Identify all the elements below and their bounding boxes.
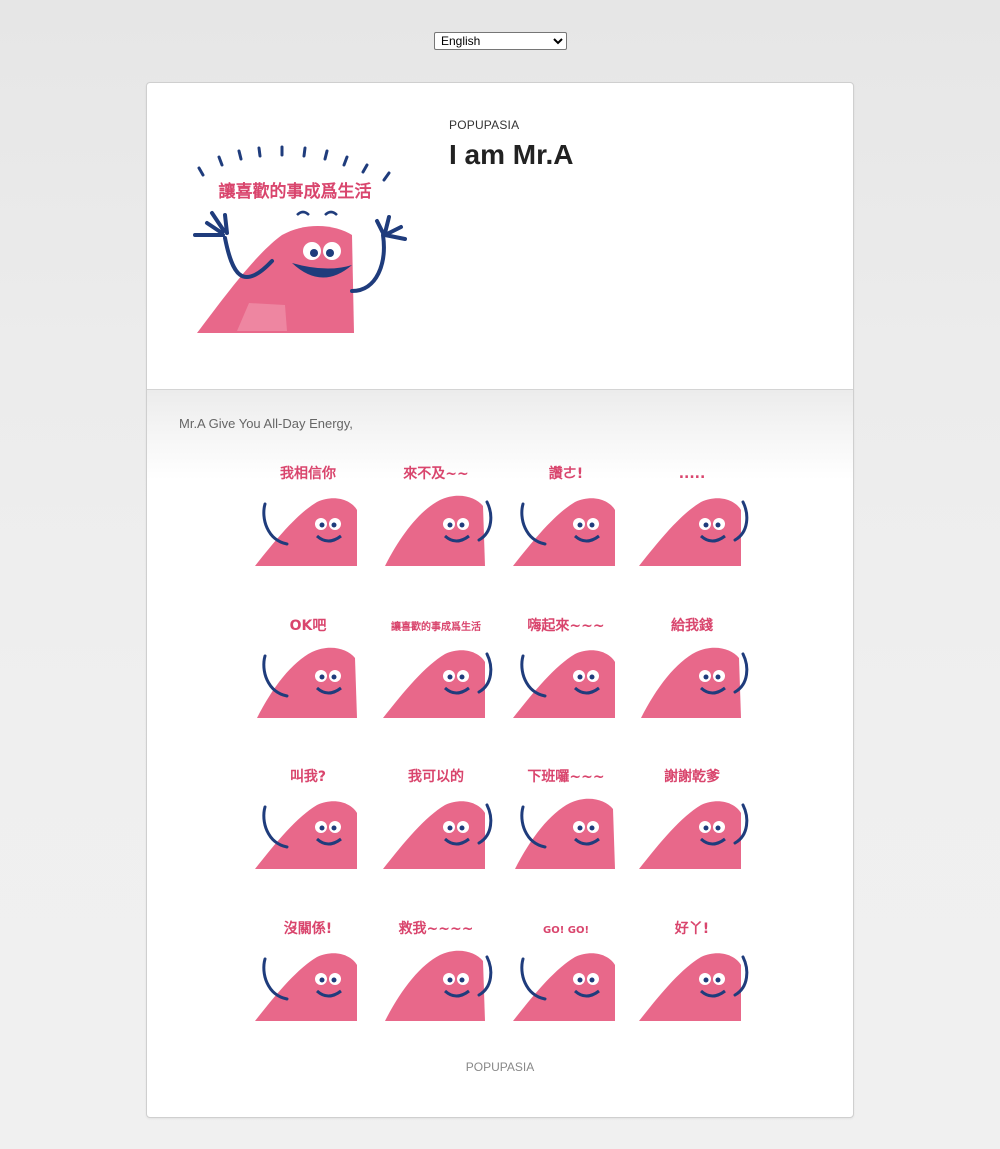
main-sticker-caption: 讓喜歡的事成爲生活 [219, 181, 372, 202]
sticker-caption: 讚ㄜ! [549, 465, 583, 482]
sticker-caption: 來不及~~ [403, 465, 468, 482]
sticker-caption: ..... [679, 466, 706, 482]
sticker-caption: 讓喜歡的事成爲生活 [391, 620, 481, 633]
language-select[interactable]: English [434, 32, 567, 50]
sticker-item[interactable]: 給我錢 [631, 600, 753, 726]
sticker-item[interactable]: 我可以的 [375, 751, 497, 877]
sticker-detail-card: 讓喜歡的事成爲生活 POPUPASIA I am Mr.A Mr.A Give … [146, 82, 854, 1118]
sticker-item[interactable]: 下班囉~~~ [505, 751, 627, 877]
sticker-item[interactable]: 沒關係! [247, 903, 369, 1029]
sticker-image: 來不及~~ [385, 465, 493, 566]
sticker-caption: 叫我? [290, 768, 326, 785]
sticker-image: 好丫! [639, 920, 749, 1021]
sticker-item[interactable]: 謝謝乾爹 [631, 751, 753, 877]
sticker-item[interactable]: 我相信你 [247, 448, 369, 574]
sticker-image: 叫我? [255, 768, 357, 869]
sticker-item[interactable]: 叫我? [247, 751, 369, 877]
sticker-image: 我可以的 [383, 768, 493, 869]
sticker-image: GO! GO! [513, 925, 615, 1021]
sticker-item[interactable]: 讚ㄜ! [505, 448, 627, 574]
footer-publisher[interactable]: POPUPASIA [147, 1060, 853, 1074]
sticker-item[interactable]: GO! GO! [505, 903, 627, 1029]
sticker-image: 給我錢 [641, 617, 749, 718]
sticker-caption: 下班囉~~~ [527, 768, 604, 785]
publisher-name[interactable]: POPUPASIA [449, 118, 519, 132]
sticker-caption: 沒關係! [284, 920, 332, 937]
sticker-description: Mr.A Give You All-Day Energy, [179, 416, 353, 431]
sticker-image: 我相信你 [255, 465, 357, 566]
sticker-item[interactable]: 嗨起來~~~ [505, 600, 627, 726]
sticker-caption: 救我~~~~ [399, 920, 474, 937]
card-header: 讓喜歡的事成爲生活 POPUPASIA I am Mr.A [147, 83, 853, 390]
sticker-caption: 謝謝乾爹 [664, 768, 721, 785]
page-title: I am Mr.A [449, 139, 574, 170]
sticker-image: 謝謝乾爹 [639, 768, 749, 869]
sticker-caption: 給我錢 [671, 617, 713, 634]
sticker-caption: OK吧 [290, 618, 327, 634]
sticker-image: ..... [639, 466, 749, 566]
sticker-caption: 我可以的 [408, 768, 464, 785]
sticker-item[interactable]: 救我~~~~ [375, 903, 497, 1029]
sticker-image: 救我~~~~ [385, 920, 493, 1021]
sticker-item[interactable]: 來不及~~ [375, 448, 497, 574]
sticker-item[interactable]: 讓喜歡的事成爲生活 [375, 600, 497, 726]
sticker-image: 嗨起來~~~ [513, 617, 615, 718]
sticker-caption: 我相信你 [280, 465, 336, 482]
sticker-image: 沒關係! [255, 920, 357, 1021]
sticker-image: 讓喜歡的事成爲生活 [383, 620, 493, 718]
sticker-image: OK吧 [257, 618, 357, 718]
sticker-item[interactable]: OK吧 [247, 600, 369, 726]
sticker-image: 讚ㄜ! [513, 465, 615, 566]
sticker-image: 下班囉~~~ [515, 768, 615, 869]
sticker-caption: 好丫! [674, 920, 709, 937]
sticker-item[interactable]: ..... [631, 448, 753, 574]
main-sticker-image[interactable]: 讓喜歡的事成爲生活 [187, 143, 417, 338]
sticker-grid: 我相信你 來不及~~ 讚ㄜ!..... OK吧 讓喜歡的事成爲生活 嗨起來~~~ 給我錢叫我… [247, 448, 757, 1030]
sticker-caption: GO! GO! [543, 925, 589, 936]
sticker-item[interactable]: 好丫! [631, 903, 753, 1029]
sticker-caption: 嗨起來~~~ [527, 617, 604, 634]
